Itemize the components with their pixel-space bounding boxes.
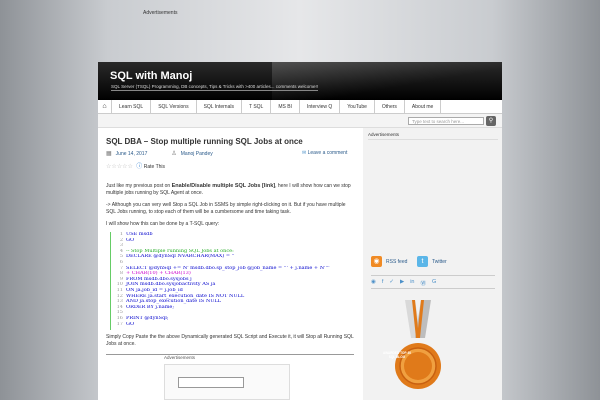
twitter-link[interactable]: t Twitter	[417, 256, 447, 267]
leave-comment-link[interactable]: ✉ Leave a comment	[302, 150, 347, 156]
nav-item-t-sql[interactable]: T SQL	[242, 99, 272, 114]
rating-stars[interactable]: ☆☆☆☆☆	[106, 164, 133, 170]
code-line-text: AND ja.stop_execution_date IS NULL	[126, 299, 222, 305]
code-line-text: PRINT @dynSql;	[126, 315, 169, 321]
twitter-icon[interactable]: ✓	[389, 279, 394, 287]
linkedin-icon[interactable]: in	[410, 279, 414, 287]
rss-feed-label[interactable]: RSS feed	[386, 259, 407, 265]
social-icons-row: ◉ f ✓ ▶ in Ⓦ G	[371, 279, 436, 287]
code-line-text: -- Stop Multiple running SQL Jobs at onc…	[126, 248, 234, 254]
social-divider-top	[371, 275, 495, 276]
header-gloss	[272, 62, 502, 100]
badge-text: AWARDED TOP 30 SQL BLOG	[382, 351, 412, 359]
rate-this-label: Rate This	[143, 164, 166, 170]
code-line-text: GO	[126, 321, 135, 327]
code-line-text: FROM msdb.dbo.sysjobs j	[126, 276, 192, 282]
nav-item-sql-versions[interactable]: SQL Versions	[151, 99, 197, 114]
rate-info-icon[interactable]: ⓘ	[136, 164, 142, 170]
code-line-text: DECLARE @dynSql NVARCHAR(MAX) = ''	[126, 254, 235, 260]
site-title[interactable]: SQL with Manoj	[110, 70, 192, 82]
search-icon[interactable]: ⚲	[486, 116, 496, 126]
rss-feed-link[interactable]: ◉ RSS feed	[371, 256, 407, 267]
post-content: SQL DBA – Stop multiple running SQL Jobs…	[98, 128, 363, 400]
code-line-text: USE msdb	[126, 232, 153, 237]
code-line-text: SELECT @dynSql += N' msdb.dbo.sp_stop_jo…	[126, 265, 330, 271]
search-bar: Type text to search here... ⚲	[98, 114, 502, 128]
post-rating: ☆☆☆☆☆ ⓘ Rate This	[106, 161, 165, 170]
nav-item-sql-internals[interactable]: SQL Internals	[197, 99, 242, 114]
sidebar-advertisements-label: Advertisements	[368, 132, 400, 137]
nav-item-learn-sql[interactable]: Learn SQL	[112, 99, 152, 114]
sidebar: Advertisements ◉ RSS feed t Twitter ◉ f …	[363, 128, 502, 400]
paragraph-howto: I will show how this can be done by a T-…	[106, 221, 220, 227]
calendar-icon: ▦	[106, 151, 112, 157]
nav-item-others[interactable]: Others	[375, 99, 405, 114]
code-line-text: JOIN msdb.dbo.sysjobactivity AS ja	[126, 282, 216, 288]
code-line-text: + CHAR(10) + CHAR(13)	[126, 271, 191, 277]
paragraph-conclusion: Simply Copy Paste the the above Dynamica…	[106, 334, 354, 347]
ads-divider	[106, 354, 354, 355]
code-line-text: WHERE ja.start_execution_date IS NOT NUL…	[126, 293, 245, 299]
home-icon[interactable]: ⌂	[98, 99, 112, 114]
ad-inner-box[interactable]	[178, 377, 244, 388]
rss-icon[interactable]: ◉	[371, 279, 376, 287]
post-author[interactable]: Manoj Pandey	[181, 151, 213, 157]
top-advertisements-label: Advertisements	[143, 10, 178, 16]
intro-text: Just like my previous post on	[106, 183, 172, 189]
paragraph-intro: Just like my previous post on Enable/Dis…	[106, 183, 356, 197]
code-line-text: ORDER BY j.name;	[126, 304, 175, 310]
leave-comment-label[interactable]: Leave a comment	[308, 150, 348, 156]
post-title[interactable]: SQL DBA – Stop multiple running SQL Jobs…	[106, 137, 303, 146]
rss-icon[interactable]: ◉	[371, 256, 382, 267]
facebook-icon[interactable]: f	[382, 279, 384, 287]
wordpress-icon[interactable]: Ⓦ	[420, 279, 426, 287]
post-advertisements-label: Advertisements	[164, 355, 196, 360]
post-date: June 14, 2017	[115, 150, 148, 157]
twitter-bird-icon[interactable]: t	[417, 256, 428, 267]
twitter-label[interactable]: Twitter	[432, 259, 447, 265]
code-line-text: ON ja.job_id = j.job_id	[126, 287, 183, 293]
site-header: SQL with Manoj SQL Server (TSQL) Program…	[98, 62, 502, 100]
post-meta: ▦ June 14, 2017 ♙ Manoj Pandey	[106, 150, 213, 158]
enable-disable-link[interactable]: Enable/Disable multiple SQL Jobs [link]	[172, 183, 276, 189]
google-plus-icon[interactable]: G	[432, 279, 436, 287]
code-block: 1 USE msdb 2 GO 3 4 -- Stop Multiple running S…	[110, 232, 348, 330]
youtube-icon[interactable]: ▶	[400, 279, 404, 287]
nav-item-interview-q[interactable]: Interview Q	[300, 99, 341, 114]
author-icon: ♙	[171, 151, 177, 157]
search-input[interactable]: Type text to search here...	[408, 117, 484, 125]
code-line-text: GO	[126, 237, 135, 243]
social-divider-bottom	[371, 288, 495, 289]
sidebar-divider	[368, 139, 498, 140]
paragraph-explanation: -> Although you can very well Stop a SQL…	[106, 202, 346, 215]
nav-item-ms-bi[interactable]: MS BI	[271, 99, 300, 114]
code-line: 17 GO	[111, 322, 348, 328]
code-line-number: 17	[116, 321, 123, 327]
comment-icon: ✉	[302, 150, 307, 156]
nav-item-about-me[interactable]: About me	[405, 99, 442, 114]
site-description: SQL Server (TSQL) Programming, DB concep…	[111, 84, 319, 91]
nav-item-youtube[interactable]: YouTube	[340, 99, 375, 114]
main-navigation: ⌂ Learn SQL SQL Versions SQL Internals T…	[98, 99, 502, 114]
award-badge-icon[interactable]	[393, 300, 443, 400]
